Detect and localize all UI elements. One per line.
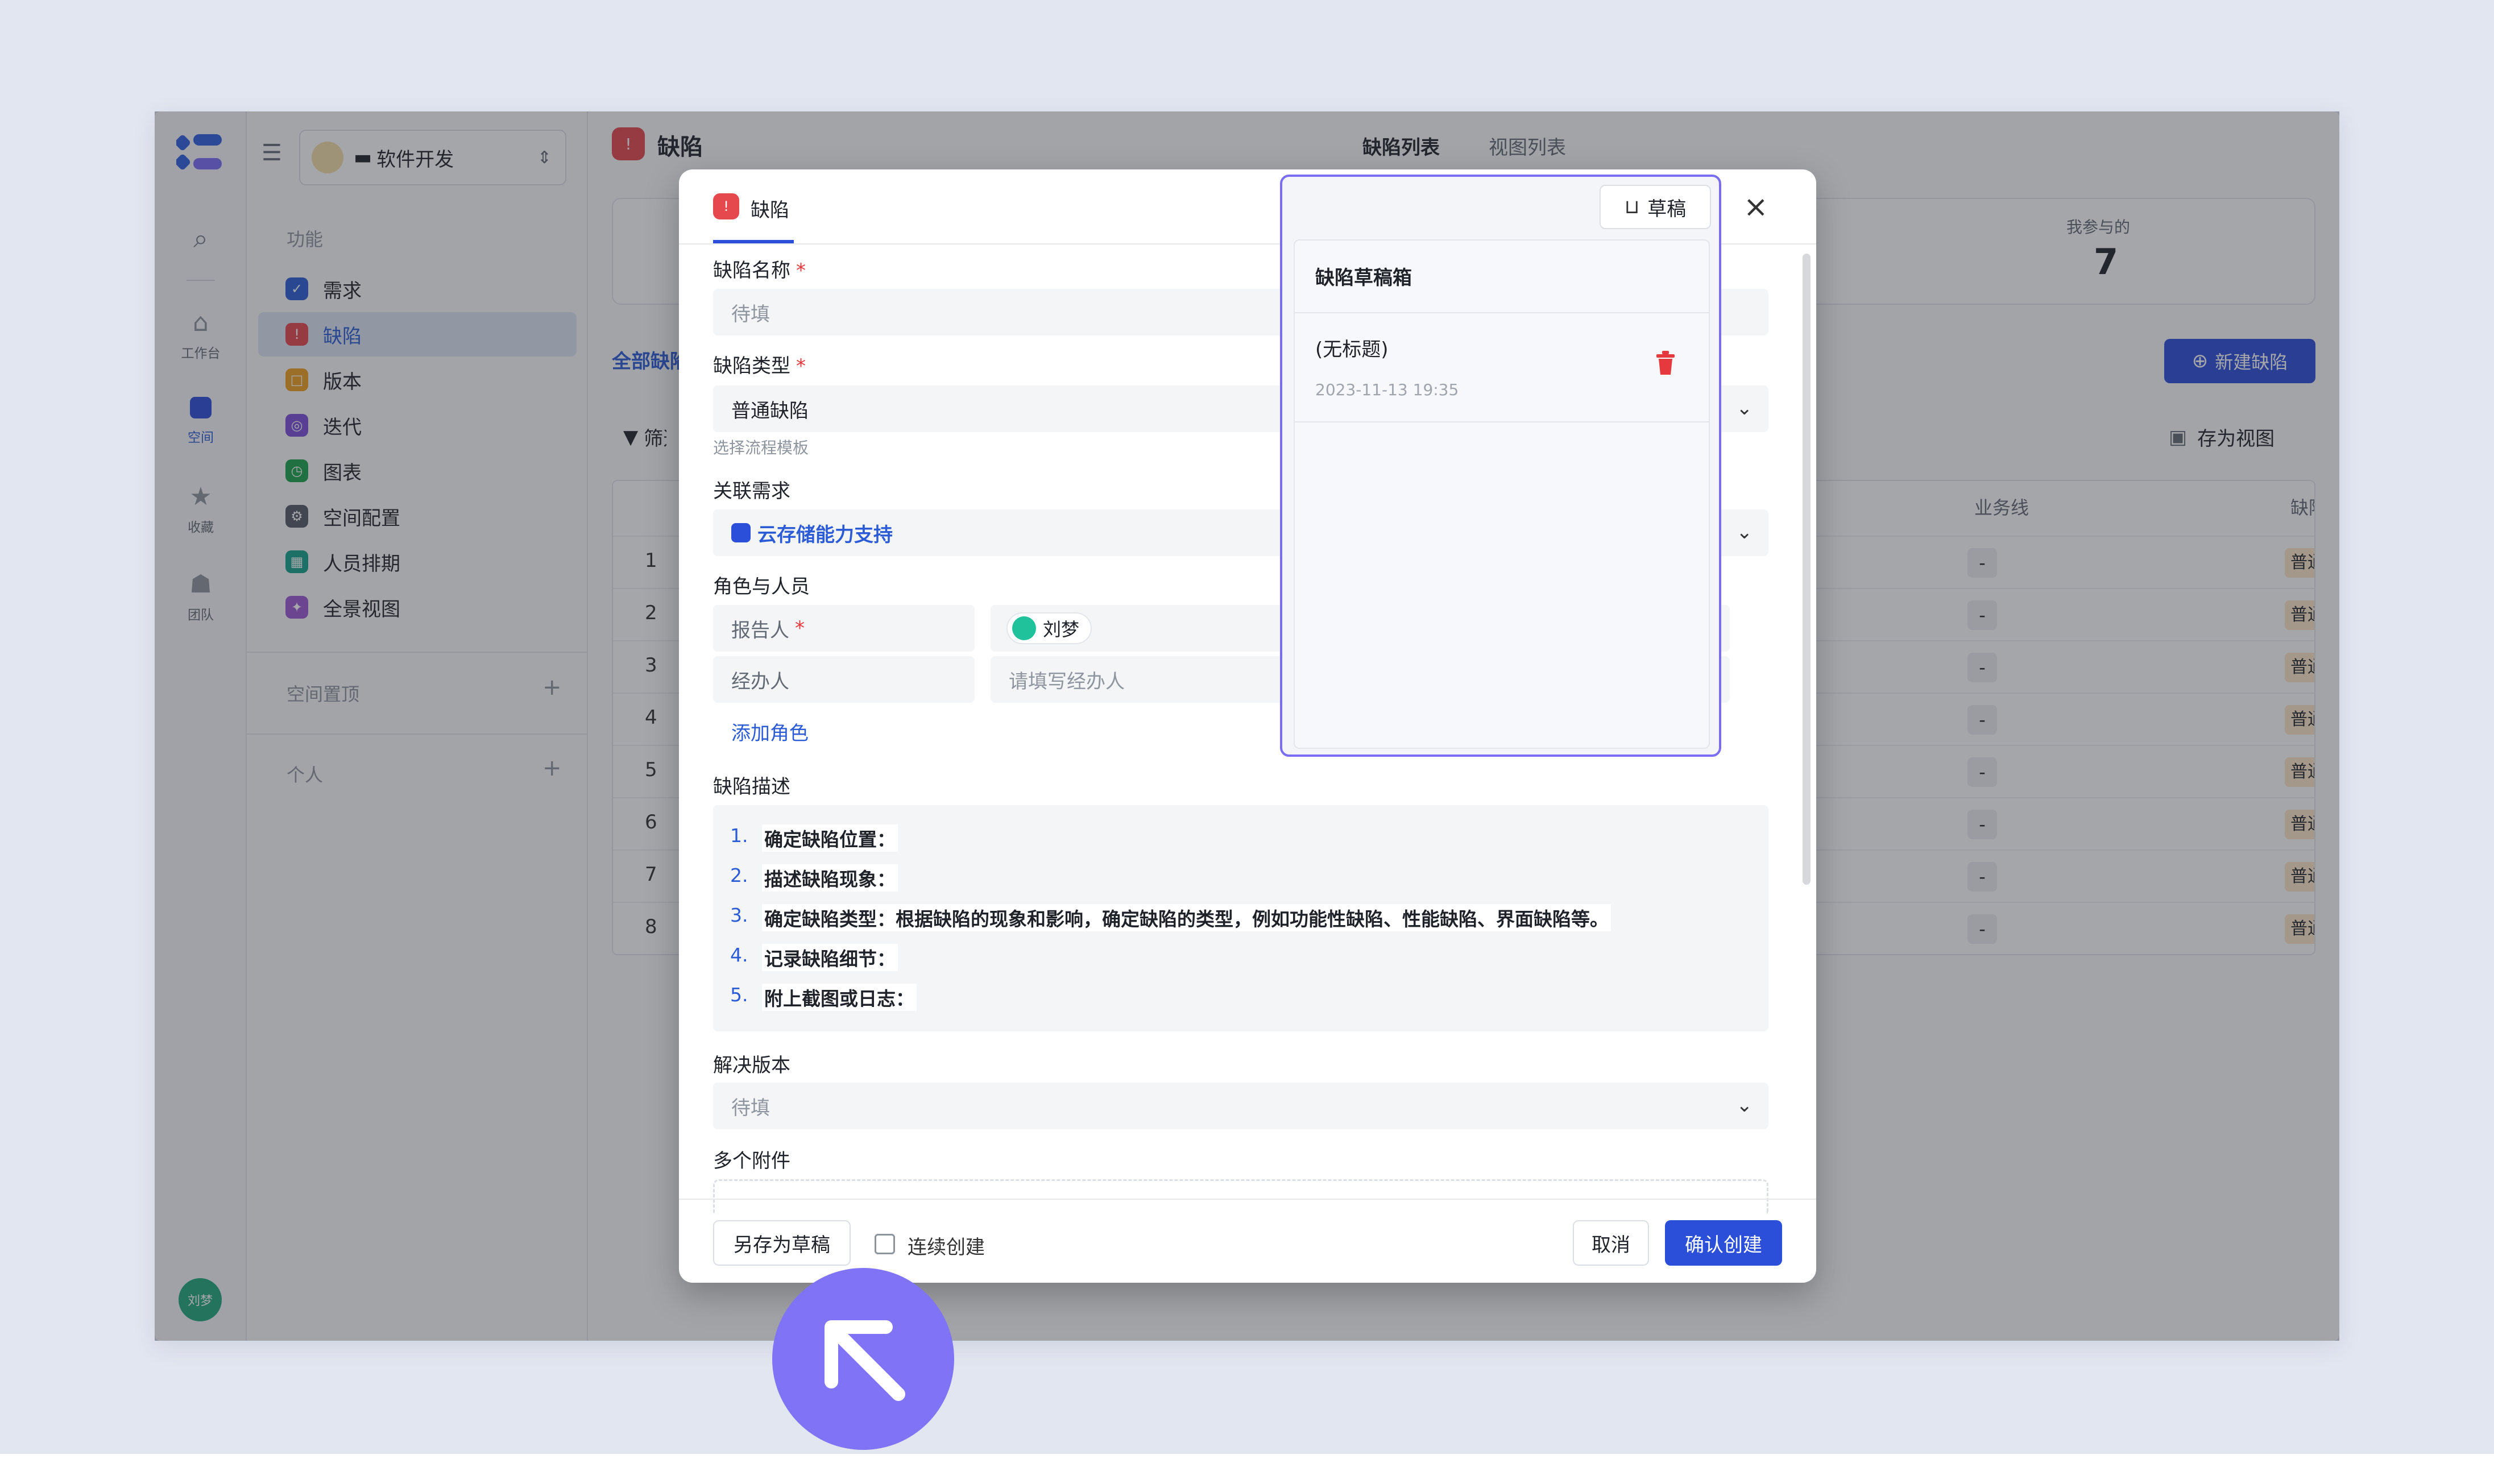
version-select-value: 待填 [731, 1096, 770, 1120]
drafts-button[interactable]: ⊔ 草稿 [1600, 185, 1711, 229]
modal-scrollbar[interactable] [1803, 254, 1811, 885]
modal-tab-icon: ! [713, 193, 739, 219]
add-role-link[interactable]: 添加角色 [731, 718, 809, 745]
user-chip-name: 刘梦 [1043, 619, 1080, 640]
list-item-text: 描述缺陷现象： [762, 864, 898, 892]
type-select-value: 普通缺陷 [731, 399, 809, 422]
cancel-button[interactable]: 取消 [1573, 1220, 1649, 1266]
list-item-number: 4. [730, 944, 748, 966]
description-list-item: 1. 确定缺陷位置： [730, 824, 898, 852]
link-field-label: 关联需求 [713, 480, 790, 503]
list-item-text: 确定缺陷位置： [762, 824, 898, 852]
avatar [1012, 616, 1036, 640]
list-item-text: 确定缺陷类型：根据缺陷的现象和影响，确定缺陷的类型，例如功能性缺陷、性能缺陷、界… [762, 904, 1611, 931]
draft-item[interactable]: (无标题) 2023-11-13 19:35 [1295, 313, 1709, 421]
arrow-up-left-icon [825, 1320, 905, 1401]
confirm-create-button[interactable]: 确认创建 [1665, 1220, 1782, 1266]
chevron-down-icon: ⌄ [1736, 397, 1753, 420]
list-item-text: 记录缺陷细节： [762, 944, 898, 971]
cursor-indicator [772, 1268, 954, 1450]
drafts-item-divider [1295, 421, 1709, 422]
description-list-item: 3. 确定缺陷类型：根据缺陷的现象和影响，确定缺陷的类型，例如功能性缺陷、性能缺陷… [730, 904, 1611, 931]
description-field-label: 缺陷描述 [713, 776, 790, 798]
list-item-number: 2. [730, 864, 748, 886]
list-item-number: 1. [730, 824, 748, 847]
list-item-number: 5. [730, 984, 748, 1006]
save-as-draft-button[interactable]: 另存为草稿 [713, 1220, 851, 1266]
requirement-icon [731, 523, 751, 542]
type-hint: 选择流程模板 [713, 438, 809, 457]
drafts-button-label: 草稿 [1647, 197, 1687, 221]
description-list-item: 4. 记录缺陷细节： [730, 944, 898, 971]
continuous-create-label: 连续创建 [908, 1236, 985, 1259]
version-select[interactable]: 待填 ⌄ [713, 1083, 1768, 1129]
list-item-text: 附上截图或日志： [762, 984, 917, 1011]
draft-item-title: (无标题) [1315, 338, 1389, 361]
description-list-item: 5. 附上截图或日志： [730, 984, 917, 1011]
drafts-popover: ⊔ 草稿 缺陷草稿箱 (无标题) 2023-11-13 19:35 [1280, 175, 1721, 757]
modal-footer-divider [679, 1199, 1816, 1200]
handler-label: 经办人 [713, 656, 975, 703]
chevron-down-icon: ⌄ [1736, 521, 1753, 544]
drafts-panel-title: 缺陷草稿箱 [1315, 267, 1412, 289]
roles-field-label: 角色与人员 [713, 575, 810, 598]
inbox-icon: ⊔ [1624, 196, 1640, 218]
close-icon[interactable]: × [1743, 190, 1768, 224]
attachments-field-label: 多个附件 [713, 1150, 790, 1172]
reporter-label: 报告人 * [713, 605, 975, 652]
description-list-item: 2. 描述缺陷现象： [730, 864, 898, 892]
trash-icon[interactable] [1655, 351, 1676, 375]
drafts-panel: 缺陷草稿箱 (无标题) 2023-11-13 19:35 [1294, 239, 1710, 749]
linked-requirement-link[interactable]: 云存储能力支持 [757, 519, 893, 547]
chevron-down-icon: ⌄ [1736, 1094, 1753, 1117]
user-chip[interactable]: 刘梦 [1006, 612, 1092, 644]
version-field-label: 解决版本 [713, 1054, 790, 1077]
name-field-label: 缺陷名称 * [713, 259, 806, 282]
modal-tab-title[interactable]: 缺陷 [751, 194, 789, 222]
attachment-dropzone[interactable] [713, 1179, 1768, 1213]
draft-item-time: 2023-11-13 19:35 [1315, 380, 1459, 399]
description-editor[interactable]: 1. 确定缺陷位置： 2. 描述缺陷现象： 3. 确定缺陷类型：根据缺陷的现象和影响，确定… [713, 805, 1768, 1031]
type-field-label: 缺陷类型 * [713, 355, 806, 378]
continuous-create-checkbox[interactable] [875, 1234, 895, 1254]
list-item-number: 3. [730, 904, 748, 926]
